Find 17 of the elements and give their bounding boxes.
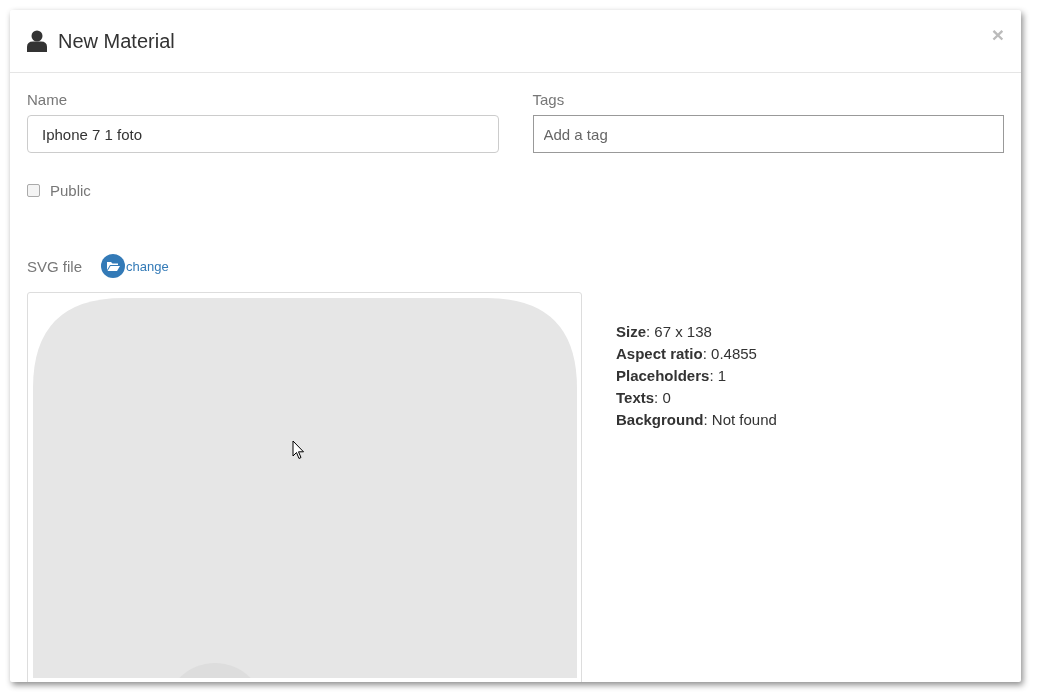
folder-icon bbox=[101, 254, 126, 278]
name-input[interactable]: Iphone 7 1 foto bbox=[27, 115, 499, 153]
stat-line: Aspect ratio: 0.4855 bbox=[616, 344, 758, 364]
tags-input[interactable]: Add a tag bbox=[532, 115, 1004, 153]
stat-line: Texts: 0 bbox=[616, 388, 672, 408]
dialog-title: New Material bbox=[58, 29, 175, 53]
cursor-icon bbox=[292, 440, 305, 460]
field-label: SVG file bbox=[27, 257, 83, 275]
change-link[interactable]: change bbox=[126, 258, 169, 274]
field-label: Tags bbox=[532, 91, 566, 108]
field-label: Name bbox=[27, 91, 68, 108]
stat-line: Background: Not found bbox=[616, 410, 777, 430]
user-icon bbox=[27, 30, 47, 52]
public-checkbox[interactable] bbox=[27, 184, 40, 197]
stat-line: Size: 67 x 138 bbox=[616, 322, 713, 342]
checkbox-label: Public bbox=[50, 182, 91, 199]
stat-line: Placeholders: 1 bbox=[616, 366, 728, 386]
